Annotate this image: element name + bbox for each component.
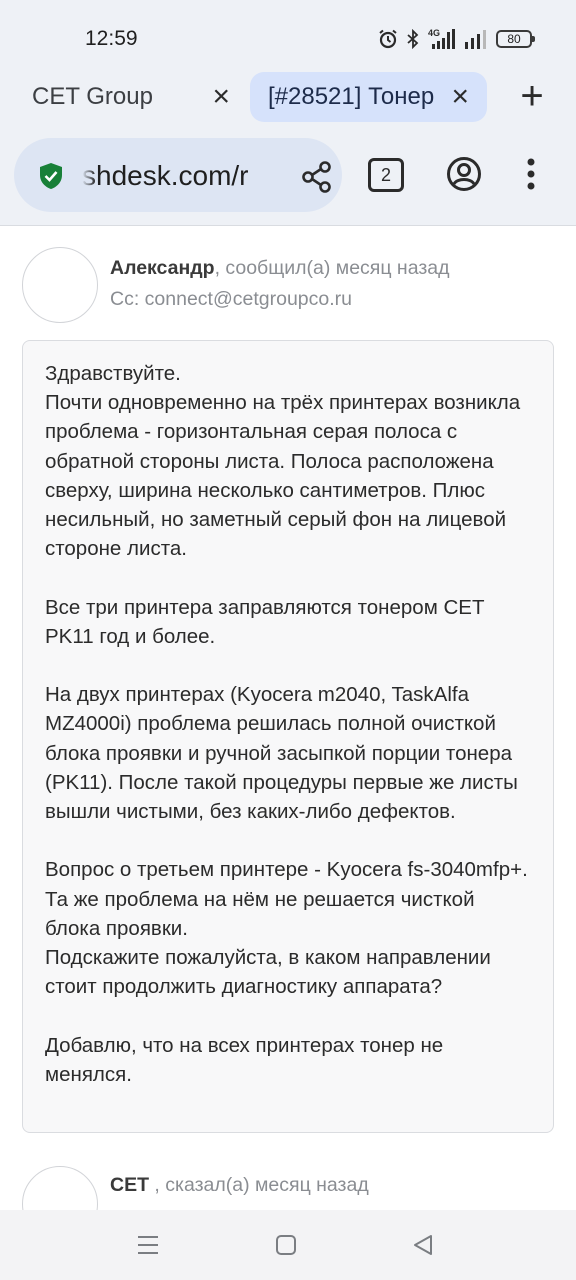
alarm-icon	[379, 29, 397, 49]
author-name[interactable]: Александр	[110, 257, 215, 279]
url-text[interactable]: shdesk.com/r	[82, 160, 284, 192]
message-body: Здравствуйте. Почти одновременно на трёх…	[22, 340, 554, 1133]
tab-ticket-active[interactable]: [#28521] Тонер ×	[250, 72, 487, 122]
message-paragraph: Вопрос о третьем принтере - Kyocera fs-3…	[45, 858, 528, 999]
tab-strip: CET Group × [#28521] Тонер × +	[0, 64, 576, 132]
avatar	[22, 1166, 98, 1210]
tab-title: [#28521] Тонер	[268, 83, 435, 110]
back-icon[interactable]	[412, 1234, 434, 1256]
signal-4g-icon: 4G	[428, 28, 455, 49]
shield-check-icon	[40, 163, 62, 189]
avatar	[22, 247, 98, 323]
home-icon[interactable]	[275, 1234, 297, 1256]
post-header: CET , сказал(а) месяц назад	[110, 1174, 369, 1197]
post-header: Александр, сообщил(а) месяц назад	[110, 257, 450, 280]
bluetooth-icon	[407, 29, 419, 49]
author-name[interactable]: CET	[110, 1174, 149, 1196]
address-bar[interactable]: shdesk.com/r	[14, 138, 342, 212]
svg-text:4G: 4G	[428, 28, 440, 38]
tab-title: CET Group	[32, 83, 153, 110]
close-icon[interactable]: ×	[212, 82, 230, 112]
message-paragraph: Здравствуйте. Почти одновременно на трёх…	[45, 362, 521, 561]
tab-switcher-button[interactable]: 2	[368, 158, 404, 192]
ticket-thread: Александр, сообщил(а) месяц назад Cc: co…	[0, 227, 576, 1210]
post-action: , сказал(а) месяц назад	[149, 1174, 369, 1196]
browser-toolbar: shdesk.com/r 2	[0, 132, 576, 226]
message-paragraph: Все три принтера заправляются тонером СЕ…	[45, 595, 485, 648]
recents-menu-icon[interactable]	[136, 1234, 160, 1256]
battery-icon: 80	[496, 30, 535, 48]
status-icons: 4G 80	[378, 27, 535, 51]
status-bar: 12:59 4G 80	[0, 0, 576, 64]
post-action: , сообщил(а) месяц назад	[214, 257, 450, 279]
new-tab-plus-icon[interactable]: +	[514, 76, 550, 116]
account-icon[interactable]	[446, 156, 482, 192]
tab-cet-group[interactable]: CET Group ×	[14, 72, 240, 122]
message-paragraph: На двух принтерах (Kyocera m2040, TaskAl…	[45, 683, 518, 824]
more-menu-icon[interactable]	[524, 156, 538, 192]
share-icon[interactable]	[300, 160, 334, 194]
system-nav-bar	[0, 1210, 576, 1280]
status-time: 12:59	[85, 27, 138, 50]
close-icon[interactable]: ×	[451, 82, 469, 112]
cc-line: Cc: connect@cetgroupco.ru	[110, 288, 352, 310]
message-paragraph: Добавлю, что на всех принтерах тонер не …	[45, 1033, 444, 1086]
signal-icon	[465, 30, 486, 49]
